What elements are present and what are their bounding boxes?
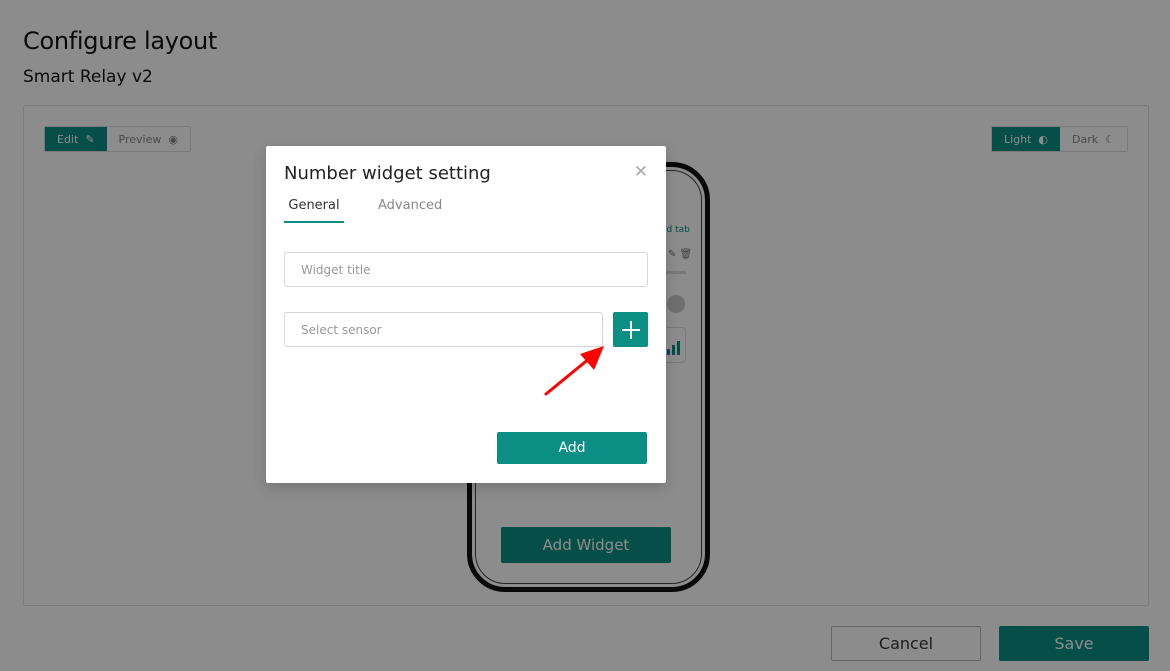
red-arrow-icon (544, 346, 604, 396)
tab-advanced[interactable]: Advanced (378, 198, 442, 221)
add-button[interactable]: Add (497, 432, 647, 464)
widget-title-input[interactable] (284, 252, 648, 287)
close-icon[interactable]: ✕ (634, 164, 648, 181)
plus-icon (621, 320, 640, 339)
tab-general[interactable]: General (284, 198, 344, 223)
number-widget-dialog: Number widget setting ✕ General Advanced… (266, 146, 666, 483)
dialog-title: Number widget setting (284, 163, 491, 184)
add-sensor-button[interactable] (613, 312, 648, 347)
dialog-tabs: General Advanced (284, 198, 648, 226)
